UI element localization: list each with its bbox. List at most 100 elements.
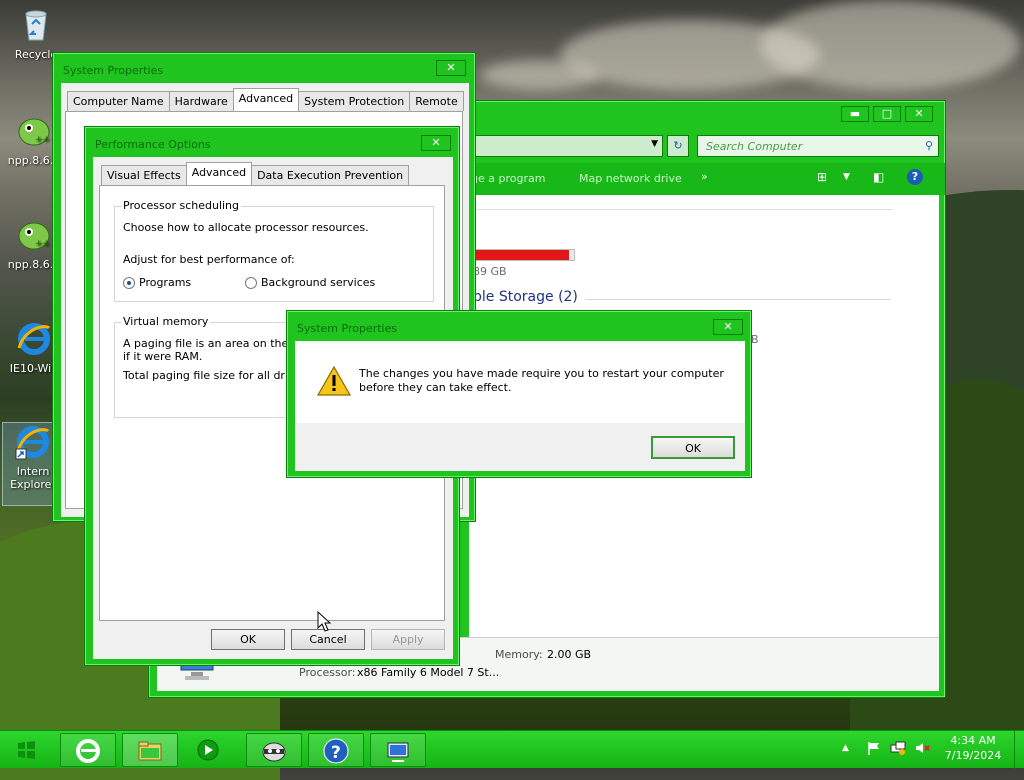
ok-button[interactable]: OK xyxy=(651,436,735,459)
background-services-label: Background services xyxy=(261,276,376,289)
ok-button[interactable]: OK xyxy=(211,629,285,650)
refresh-button[interactable]: ↻ xyxy=(667,135,689,157)
map-network-drive-button[interactable]: Map network drive xyxy=(579,172,682,185)
volume-muted-icon[interactable] xyxy=(914,740,930,756)
total-paging-label: Total paging file size for all drives: xyxy=(123,369,311,382)
dialog-message-area: The changes you have made require you to… xyxy=(295,341,745,423)
removable-storage-header[interactable]: ble Storage (2) xyxy=(473,289,578,305)
dialog-client: The changes you have made require you to… xyxy=(295,341,745,471)
processor-scheduling-group: Processor scheduling Choose how to alloc… xyxy=(114,199,434,302)
action-center-flag-icon[interactable] xyxy=(866,740,882,756)
command-bar: ge a program Map network drive » ⊞ ▼ ◧ ? xyxy=(469,163,945,195)
processor-value: x86 Family 6 Model 7 St... xyxy=(357,666,500,679)
close-button[interactable]: ✕ xyxy=(421,135,451,151)
tab-advanced[interactable]: Advanced xyxy=(185,162,253,185)
start-button[interactable] xyxy=(6,735,46,765)
internet-explorer-icon xyxy=(15,320,53,358)
more-commands-button[interactable]: » xyxy=(701,170,708,183)
preview-pane-icon[interactable]: ◧ xyxy=(873,170,884,184)
uninstall-program-button[interactable]: ge a program xyxy=(471,172,545,185)
views-dropdown-icon[interactable]: ▼ xyxy=(843,172,850,182)
window-title: System Properties xyxy=(63,64,164,77)
group-title: Virtual memory xyxy=(121,315,211,328)
clock-date: 7/19/2024 xyxy=(944,749,1002,762)
search-icon[interactable]: ⚲ xyxy=(925,139,933,152)
svg-text:?: ? xyxy=(331,743,341,763)
background-services-radio[interactable]: Background services xyxy=(245,276,375,289)
close-button[interactable]: ✕ xyxy=(905,106,933,122)
windows-logo-icon xyxy=(18,741,35,759)
tab-hardware[interactable]: Hardware xyxy=(168,91,234,111)
close-button[interactable]: ✕ xyxy=(436,60,466,76)
maximize-button[interactable]: □ xyxy=(873,106,901,122)
radio-selected-icon[interactable] xyxy=(123,277,135,289)
tab-computer-name[interactable]: Computer Name xyxy=(67,91,170,111)
window-title: Performance Options xyxy=(95,138,211,151)
address-bar[interactable]: ▼ xyxy=(469,135,663,157)
programs-radio[interactable]: Programs xyxy=(123,276,191,289)
tab-strip: Computer Name Hardware Advanced System P… xyxy=(67,88,464,111)
svg-text:++: ++ xyxy=(35,239,50,249)
search-input[interactable]: Search Computer xyxy=(706,140,802,153)
virtual-memory-description-2: if it were RAM. xyxy=(123,350,203,363)
memory-label: Memory: xyxy=(495,648,543,661)
virtual-memory-description: A paging file is an area on the har xyxy=(123,337,310,350)
tab-advanced[interactable]: Advanced xyxy=(232,88,300,111)
divider xyxy=(473,209,893,210)
views-icon[interactable]: ⊞ xyxy=(817,170,827,184)
search-box[interactable]: Search Computer ⚲ xyxy=(697,135,939,157)
storage-bar-fill xyxy=(470,250,569,260)
taskbar-help[interactable]: ? xyxy=(308,733,364,767)
warning-icon xyxy=(317,365,351,396)
notepad-plus-plus-icon: ++ xyxy=(15,216,53,254)
group-title: Processor scheduling xyxy=(121,199,242,212)
svg-text:++: ++ xyxy=(35,135,50,145)
divider xyxy=(585,299,891,300)
show-hidden-icons-icon[interactable]: ▲ xyxy=(842,743,849,753)
tab-remote[interactable]: Remote xyxy=(409,91,464,111)
taskbar-file-explorer[interactable] xyxy=(122,733,178,767)
programs-label: Programs xyxy=(139,276,192,289)
chevron-down-icon[interactable]: ▼ xyxy=(651,139,658,149)
taskbar-internet-explorer[interactable] xyxy=(60,733,116,767)
tab-data-execution-prevention[interactable]: Data Execution Prevention xyxy=(251,165,410,185)
restart-dialog[interactable]: System Properties ✕ The changes you have… xyxy=(286,310,752,478)
adjust-label: Adjust for best performance of: xyxy=(123,253,295,266)
storage-bar xyxy=(469,249,575,261)
network-icon[interactable] xyxy=(890,740,906,756)
taskbar: ? ▲ 4:34 AM 7/19/2024 xyxy=(0,730,1024,769)
close-icon: ✕ xyxy=(723,320,733,333)
taskbar-system-properties[interactable] xyxy=(370,733,426,767)
apply-button[interactable]: Apply xyxy=(371,629,445,650)
refresh-icon: ↻ xyxy=(673,139,683,152)
tab-system-protection[interactable]: System Protection xyxy=(298,91,411,111)
radio-unselected-icon[interactable] xyxy=(245,277,257,289)
dialog-message-line1: The changes you have made require you to… xyxy=(359,367,724,380)
tab-strip: Visual Effects Advanced Data Execution P… xyxy=(101,162,410,185)
help-icon[interactable]: ? xyxy=(907,169,923,185)
folder-icon xyxy=(138,741,162,761)
processor-label: Processor: xyxy=(299,666,356,679)
memory-value: 2.00 GB xyxy=(547,648,592,661)
storage-size: 89 GB xyxy=(473,265,507,278)
dialog-title: System Properties xyxy=(297,322,398,335)
mouse-cursor-icon xyxy=(317,611,332,632)
close-icon: ✕ xyxy=(446,61,456,74)
recycle-bin-icon xyxy=(17,6,55,44)
minimize-button[interactable]: ▬ xyxy=(841,106,869,122)
clock[interactable]: 4:34 AM 7/19/2024 xyxy=(940,734,1006,762)
dialog-message-line2: before they can take effect. xyxy=(359,381,512,394)
drive-size-suffix: B xyxy=(751,333,759,346)
internet-explorer-shortcut-icon xyxy=(14,423,52,461)
processor-description: Choose how to allocate processor resourc… xyxy=(123,221,369,234)
tab-visual-effects[interactable]: Visual Effects xyxy=(101,165,187,185)
media-player-icon xyxy=(197,739,219,761)
minimize-icon: ▬ xyxy=(849,107,861,120)
notepad-plus-plus-icon: ++ xyxy=(15,112,53,150)
taskbar-app-raccoon[interactable] xyxy=(246,733,302,767)
clock-time: 4:34 AM xyxy=(950,734,996,747)
show-desktop-button[interactable] xyxy=(1014,731,1024,769)
taskbar-media-player[interactable] xyxy=(196,739,220,761)
help-icon: ? xyxy=(323,738,349,764)
close-button[interactable]: ✕ xyxy=(713,319,743,335)
